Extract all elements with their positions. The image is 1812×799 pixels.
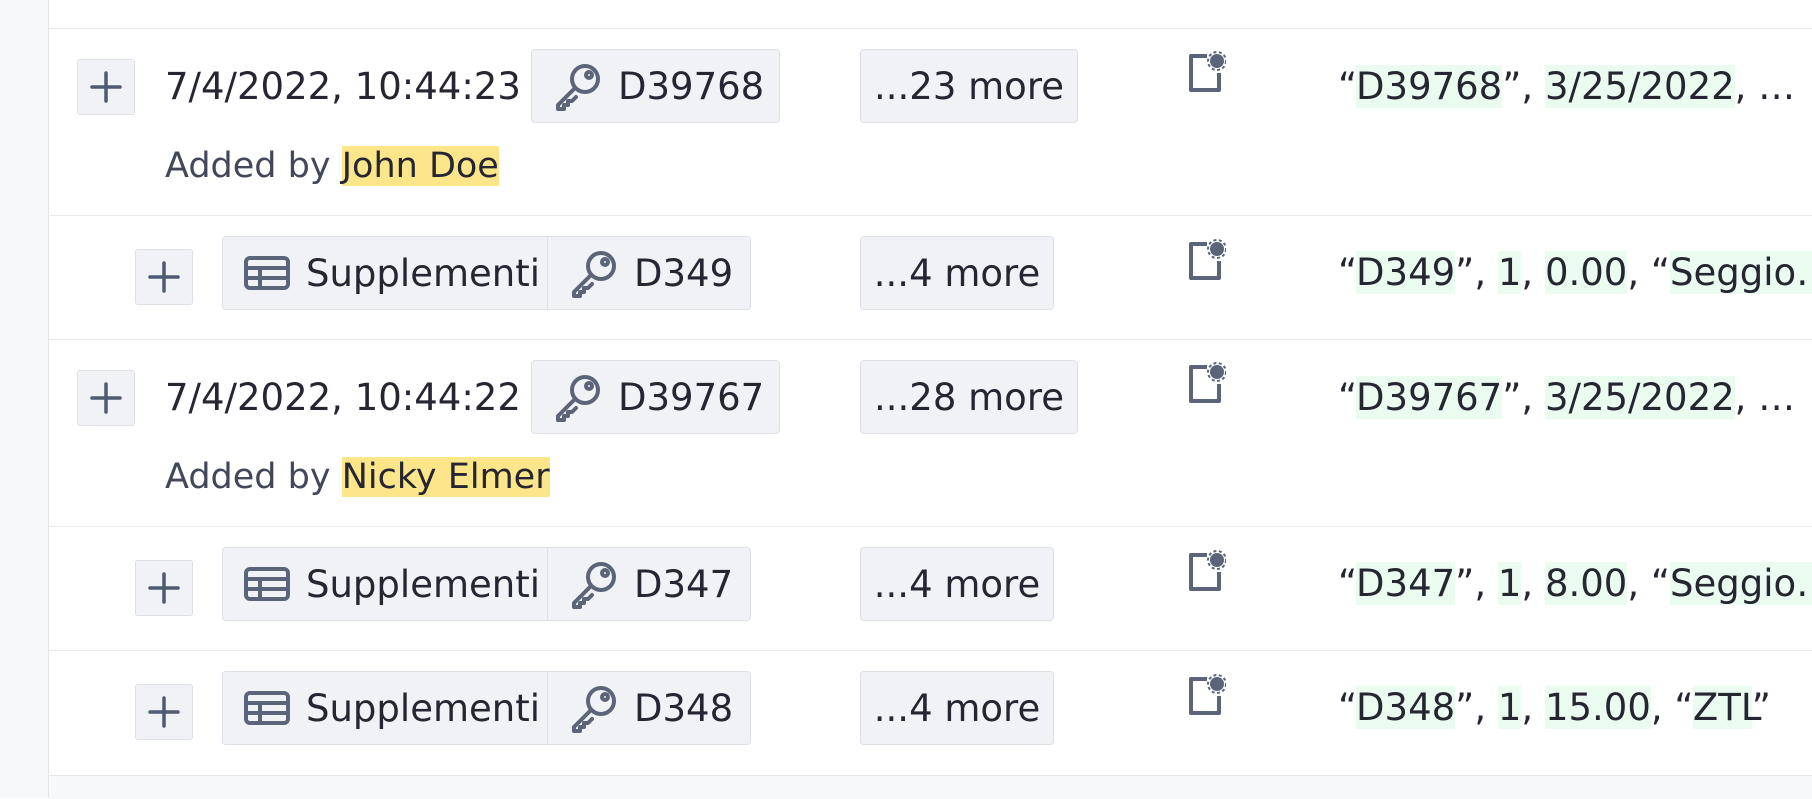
more-fields-button[interactable]: ...4 more [860, 236, 1054, 310]
table-icon [243, 688, 291, 728]
key-icon [552, 371, 604, 423]
table-row: 7/4/2022, 10:44:23 D39768 ...23 more “D3… [49, 29, 1812, 215]
value-field: D39768 [1356, 65, 1503, 108]
plus-icon [144, 692, 184, 732]
left-gutter [0, 0, 49, 798]
plus-icon [86, 67, 126, 107]
table-row: Supplementi D347 ...4 more “D347”, 1, 8.… [49, 527, 1812, 650]
linked-record-chip[interactable]: Supplementi D347 [222, 547, 751, 621]
record-values: “D39768”, 3/25/2022, … [1338, 65, 1796, 108]
table-icon [243, 564, 291, 604]
plus-icon [86, 378, 126, 418]
document-badge-icon[interactable] [1186, 674, 1226, 718]
row-timestamp: 7/4/2022, 10:44:23 [165, 65, 521, 108]
table-segment: Supplementi [223, 548, 547, 620]
value-field: D347 [1356, 562, 1456, 605]
record-id: D347 [634, 562, 734, 606]
expand-button[interactable] [135, 249, 193, 305]
more-fields-button[interactable]: ...4 more [860, 671, 1054, 745]
value-field: 1 [1497, 686, 1522, 729]
document-badge-icon[interactable] [1186, 51, 1226, 95]
value-field: 3/25/2022 [1544, 65, 1735, 108]
table-icon [243, 253, 291, 293]
key-icon [568, 682, 620, 734]
key-segment: D348 [547, 672, 733, 744]
plus-icon [144, 568, 184, 608]
added-by-label: Added by [165, 146, 331, 186]
table-row: Supplementi D348 ...4 more “D348”, 1, 15… [49, 651, 1812, 775]
record-values: “D347”, 1, 8.00, “Seggio… [1338, 562, 1812, 606]
table-name: Supplementi [306, 686, 540, 730]
added-by-label: Added by [165, 457, 331, 497]
more-fields-button[interactable]: ...4 more [860, 547, 1054, 621]
value-field: D39767 [1356, 376, 1503, 419]
key-segment: D349 [547, 237, 733, 309]
linked-record-chip[interactable]: Supplementi D348 [222, 671, 751, 745]
record-values: “D39767”, 3/25/2022, … [1338, 376, 1796, 419]
expand-button[interactable] [77, 59, 135, 115]
value-field: 1 [1497, 562, 1522, 605]
user-name[interactable]: Nicky Elmer [341, 457, 550, 497]
value-field: 1 [1497, 251, 1522, 294]
table-segment: Supplementi [223, 237, 547, 309]
key-icon [568, 247, 620, 299]
value-field: 3/25/2022 [1544, 376, 1735, 419]
added-by-line: Added by Nicky Elmer [165, 452, 550, 502]
record-id: D39767 [618, 375, 765, 419]
document-badge-icon[interactable] [1186, 362, 1226, 406]
more-fields-button[interactable]: ...28 more [860, 360, 1078, 434]
more-fields-button[interactable]: ...23 more [860, 49, 1078, 123]
value-field: 8.00 [1544, 562, 1628, 605]
row-timestamp: 7/4/2022, 10:44:22 [165, 376, 521, 419]
expand-button[interactable] [135, 560, 193, 616]
value-field: Seggio… [1670, 562, 1812, 605]
table-segment: Supplementi [223, 672, 547, 744]
expand-button[interactable] [135, 684, 193, 740]
value-field: 15.00 [1544, 686, 1651, 729]
document-badge-icon[interactable] [1186, 239, 1226, 283]
key-icon [552, 60, 604, 112]
table-name: Supplementi [306, 251, 540, 295]
record-values: “D349”, 1, 0.00, “Seggio… [1338, 251, 1812, 295]
expand-button[interactable] [77, 370, 135, 426]
table-name: Supplementi [306, 562, 540, 606]
bottom-row-partial [49, 775, 1812, 799]
value-field: D349 [1356, 251, 1456, 294]
table-row: 7/4/2022, 10:44:22 D39767 ...28 more “D3… [49, 340, 1812, 526]
value-field: D348 [1356, 686, 1456, 729]
value-field: 0.00 [1544, 251, 1628, 294]
record-id: D39768 [618, 64, 765, 108]
record-id-chip[interactable]: D39767 [531, 360, 780, 434]
record-values: “D348”, 1, 15.00, “ZTL” [1338, 686, 1771, 729]
user-name[interactable]: John Doe [341, 146, 499, 186]
table-row: Supplementi D349 ...4 more “D349”, 1, 0.… [49, 216, 1812, 339]
linked-record-chip[interactable]: Supplementi D349 [222, 236, 751, 310]
key-segment: D347 [547, 548, 733, 620]
key-icon [568, 558, 620, 610]
value-field: ZTL [1692, 686, 1752, 729]
record-id: D349 [634, 251, 734, 295]
added-by-line: Added by John Doe [165, 141, 499, 191]
record-id-chip[interactable]: D39768 [531, 49, 780, 123]
value-field: Seggio… [1670, 251, 1812, 294]
record-id: D348 [634, 686, 734, 730]
document-badge-icon[interactable] [1186, 550, 1226, 594]
plus-icon [144, 257, 184, 297]
